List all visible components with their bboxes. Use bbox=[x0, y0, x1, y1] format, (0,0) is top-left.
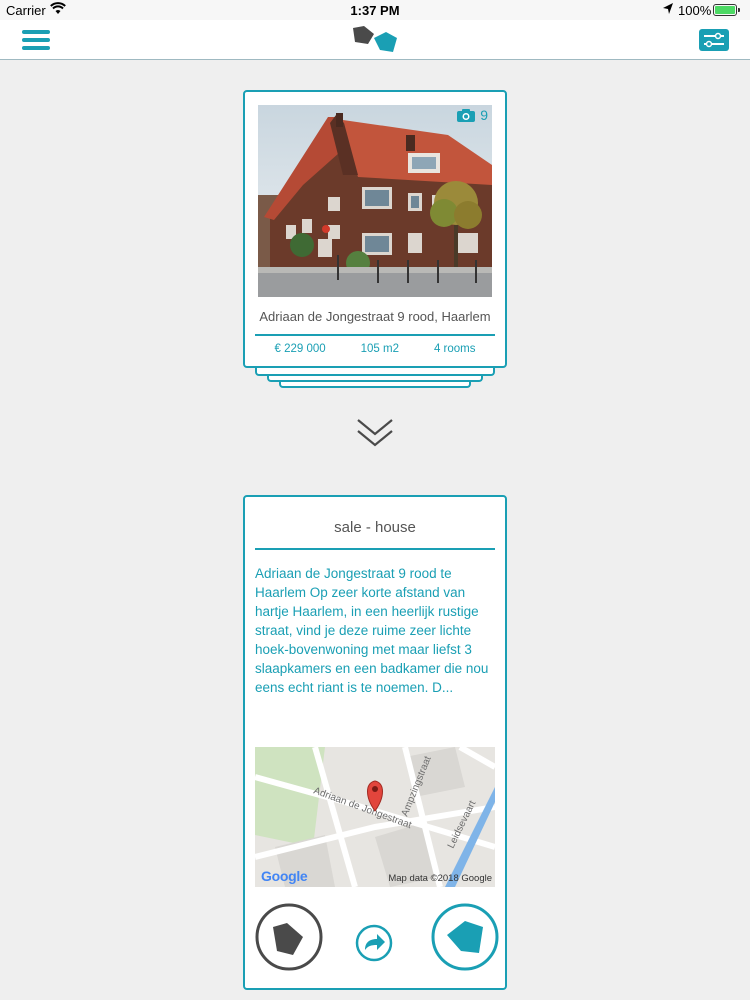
google-logo: Google bbox=[261, 868, 308, 884]
double-chevron-down-icon[interactable] bbox=[355, 416, 395, 450]
house-photo-illustration bbox=[258, 105, 492, 297]
map-tiles: Adriaan de Jongestraat Ampzingstraat Lei… bbox=[255, 747, 495, 887]
property-description: Adriaan de Jongestraat 9 rood te Haarlem… bbox=[255, 566, 489, 695]
area: 105 m2 bbox=[360, 343, 399, 355]
property-address: Adriaan de Jongestraat 9 rood, Haarlem bbox=[259, 309, 491, 324]
app-logo-icon bbox=[353, 26, 397, 52]
map-credit: Map data ©2018 Google bbox=[388, 873, 492, 884]
status-bar: Carrier 1:37 PM 100% bbox=[0, 0, 750, 20]
listing-type: sale - house bbox=[334, 519, 416, 536]
location-map[interactable]: Adriaan de Jongestraat Ampzingstraat Lei… bbox=[255, 747, 495, 887]
battery-icon bbox=[713, 4, 740, 16]
hamburger-menu-icon[interactable] bbox=[22, 30, 50, 50]
price: € 229 000 bbox=[274, 343, 326, 355]
rooms: 4 rooms bbox=[433, 343, 476, 355]
location-arrow-icon bbox=[663, 3, 673, 14]
filter-sliders-icon[interactable] bbox=[698, 28, 730, 52]
photo-count-number: 9 bbox=[480, 107, 488, 123]
property-detail-card: sale - house Adriaan de Jongestraat 9 ro… bbox=[243, 495, 507, 990]
like-button[interactable] bbox=[431, 903, 499, 971]
photo-count: 9 bbox=[457, 107, 488, 123]
camera-icon bbox=[457, 108, 476, 122]
navigation-bar bbox=[0, 20, 750, 60]
property-stats: € 229 000 105 m2 4 rooms bbox=[245, 343, 505, 355]
divider bbox=[255, 548, 495, 550]
divider bbox=[255, 334, 495, 336]
battery-percent: 100% bbox=[678, 3, 712, 18]
clock: 1:37 PM bbox=[350, 3, 400, 18]
share-forward-button[interactable] bbox=[355, 924, 393, 962]
dislike-button[interactable] bbox=[255, 903, 323, 971]
property-card[interactable]: 9 Adriaan de Jongestraat 9 rood, Haarlem… bbox=[243, 90, 507, 368]
property-photo[interactable]: 9 bbox=[258, 105, 492, 297]
